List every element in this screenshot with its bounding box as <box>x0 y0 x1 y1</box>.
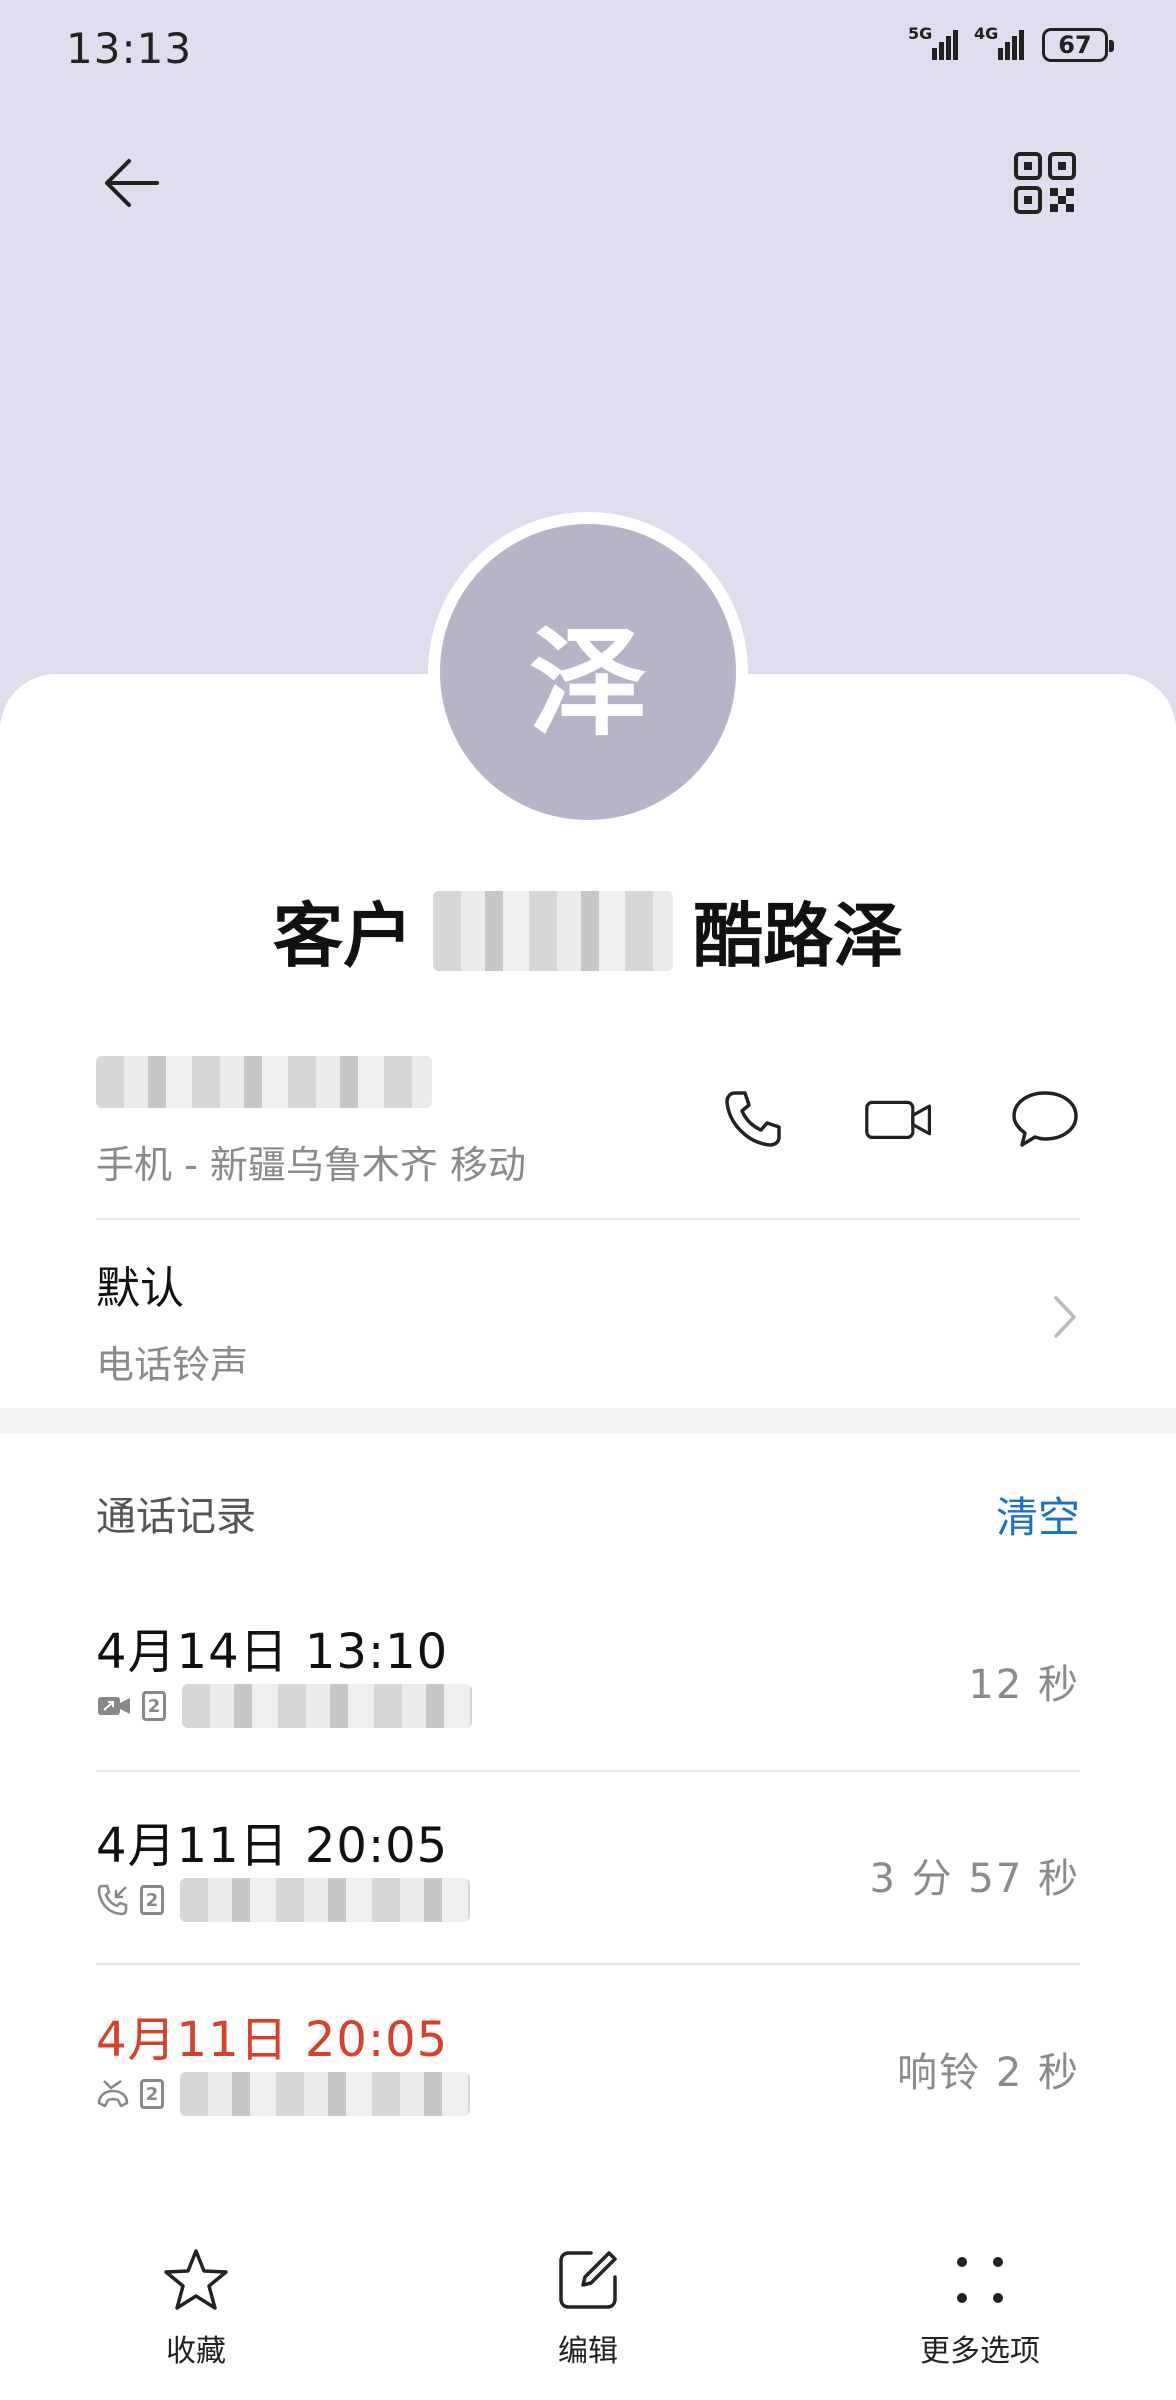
back-button[interactable] <box>86 138 176 228</box>
sim-2-icon: 2 <box>140 1885 164 1915</box>
clear-call-log-button[interactable]: 清空 <box>996 1484 1080 1545</box>
message-icon <box>1012 1091 1078 1147</box>
redacted-phone-number <box>96 1056 432 1108</box>
call-log-item[interactable]: 4月14日 13:10 2 12 秒 <box>96 1612 1080 1802</box>
edit-label: 编辑 <box>558 2334 618 2369</box>
contact-name-prefix: 客户 <box>273 895 413 977</box>
divider <box>96 1218 1080 1220</box>
contact-name-suffix: 酷路泽 <box>693 895 903 977</box>
call-log-item[interactable]: 4月11日 20:05 2 3 分 57 秒 <box>96 1806 1080 1996</box>
ringtone-title: 默认 <box>96 1263 184 1314</box>
redacted-name <box>433 890 673 971</box>
call-duration: 响铃 2 秒 <box>897 2050 1080 2096</box>
call-log-header: 通话记录 清空 <box>96 1484 1080 1544</box>
ringtone-subtitle: 电话铃声 <box>96 1343 249 1387</box>
edit-button[interactable]: 编辑 <box>392 2240 784 2400</box>
sim-2-icon: 2 <box>140 2079 164 2109</box>
phone-icon <box>725 1091 781 1147</box>
star-icon <box>164 2249 228 2310</box>
status-icons: 5G 4G 67 <box>908 24 1114 62</box>
more-dots-icon <box>957 2257 1003 2303</box>
avatar: 泽 <box>428 512 748 832</box>
chevron-right-icon <box>1054 1296 1076 1338</box>
bottom-toolbar: 收藏 编辑 更多选项 <box>0 2240 1176 2400</box>
message-button[interactable] <box>1010 1084 1080 1154</box>
divider <box>96 1770 1080 1772</box>
video-outgoing-icon <box>98 1697 130 1715</box>
section-separator <box>0 1408 1176 1434</box>
battery-icon: 67 <box>1042 28 1114 62</box>
status-bar: 13:13 5G 4G 67 <box>0 0 1176 100</box>
avatar-letter: 泽 <box>440 524 736 820</box>
qr-code-button[interactable] <box>1000 138 1090 228</box>
arrow-left-icon <box>105 159 159 207</box>
signal-5g-icon: 5G <box>908 24 958 60</box>
video-call-button[interactable] <box>864 1084 934 1154</box>
edit-icon <box>559 2251 617 2309</box>
ringtone-row[interactable]: 默认 电话铃声 <box>96 1252 1080 1387</box>
call-datetime: 4月11日 20:05 <box>96 1818 449 1874</box>
favorite-button[interactable]: 收藏 <box>0 2240 392 2400</box>
video-call-icon <box>865 1100 932 1140</box>
redacted-number <box>180 1878 470 1922</box>
qr-code-icon <box>1014 152 1076 214</box>
contact-actions <box>718 1084 1080 1154</box>
redacted-number <box>182 1684 472 1728</box>
call-datetime: 4月11日 20:05 <box>96 2012 449 2068</box>
redacted-number <box>180 2072 470 2116</box>
more-options-button[interactable]: 更多选项 <box>784 2240 1176 2400</box>
call-datetime: 4月14日 13:10 <box>96 1624 449 1680</box>
favorite-label: 收藏 <box>166 2334 226 2369</box>
status-time: 13:13 <box>66 24 193 73</box>
call-duration: 3 分 57 秒 <box>869 1856 1080 1902</box>
phone-location: 手机 - 新疆乌鲁木齐 移动 <box>96 1143 526 1187</box>
sim-2-icon: 2 <box>142 1691 166 1721</box>
phone-number-row[interactable]: 手机 - 新疆乌鲁木齐 移动 <box>96 1050 1080 1218</box>
divider <box>96 1963 1080 1965</box>
contact-name: 客户 酷路泽 <box>0 880 1176 981</box>
more-options-label: 更多选项 <box>920 2334 1040 2369</box>
incoming-call-icon <box>97 1884 128 1916</box>
call-log-item[interactable]: 4月11日 20:05 2 响铃 2 秒 <box>96 2000 1080 2190</box>
call-duration: 12 秒 <box>968 1662 1080 1708</box>
missed-call-icon <box>97 2079 129 2108</box>
call-button[interactable] <box>718 1084 788 1154</box>
call-log-title: 通话记录 <box>96 1494 256 1540</box>
signal-4g-icon: 4G <box>974 24 1024 60</box>
